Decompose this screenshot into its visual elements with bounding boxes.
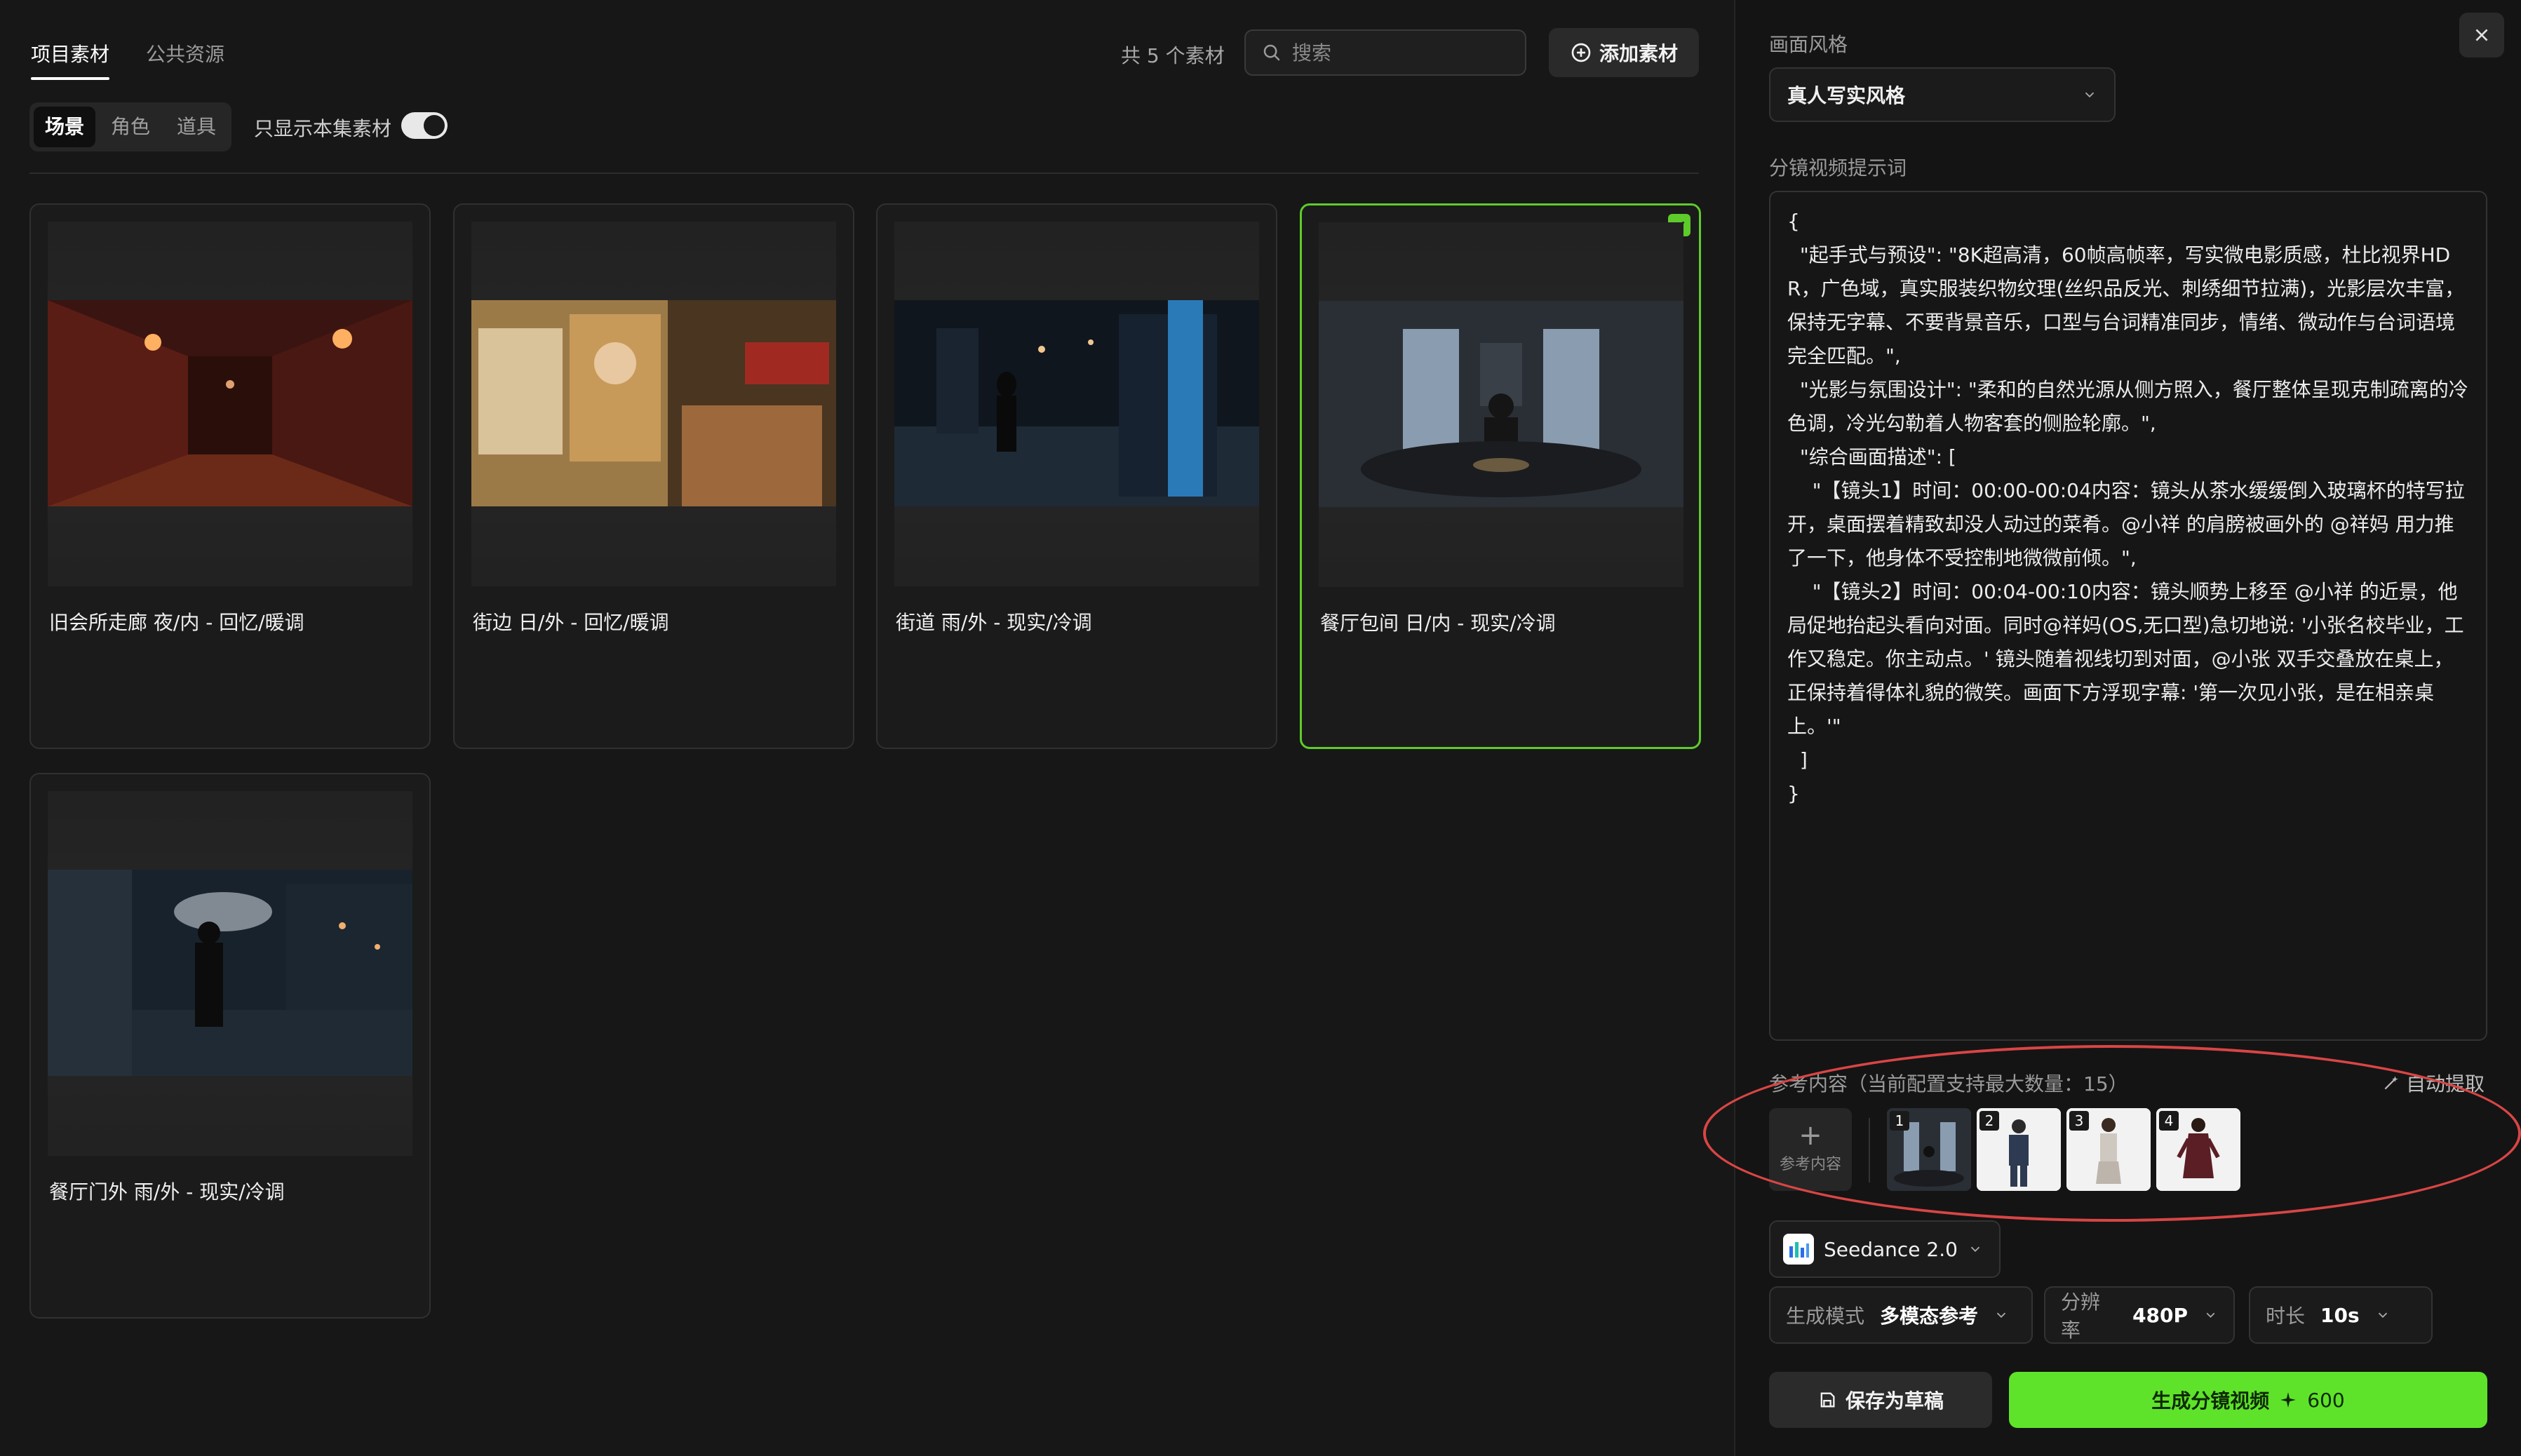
asset-thumbnail <box>894 222 1259 586</box>
street-poster-image <box>471 300 836 506</box>
save-draft-button[interactable]: 保存为草稿 <box>1769 1372 1992 1428</box>
model-select[interactable]: Seedance 2.0 <box>1769 1220 2001 1278</box>
asset-title: 餐厅门外 雨/外 - 现实/冷调 <box>49 1180 285 1204</box>
asset-title: 街道 雨/外 - 现实/冷调 <box>896 611 1092 634</box>
add-asset-button[interactable]: 添加素材 <box>1549 28 1699 77</box>
reference-index: 1 <box>1890 1111 1909 1131</box>
asset-card[interactable]: 餐厅门外 雨/外 - 现实/冷调 <box>29 773 431 1319</box>
style-label: 画面风格 <box>1769 33 1848 56</box>
chevron-down-icon <box>2378 1312 2387 1319</box>
source-tabs: 项目素材 公共资源 <box>31 39 224 80</box>
duration-select[interactable]: 时长 10s <box>2249 1286 2433 1344</box>
close-button[interactable] <box>2459 13 2504 58</box>
tab-project-assets[interactable]: 项目素材 <box>31 39 110 80</box>
asset-card[interactable]: 旧会所走廊 夜/内 - 回忆/暖调 <box>29 203 431 749</box>
generate-video-button[interactable]: 生成分镜视频 600 <box>2009 1372 2487 1428</box>
plus-circle-icon <box>1571 43 1591 62</box>
asset-card[interactable]: 街道 雨/外 - 现实/冷调 <box>876 203 1277 749</box>
param-value: 10s <box>2320 1303 2360 1327</box>
reference-item[interactable]: 1 <box>1887 1108 1971 1191</box>
add-reference-button[interactable]: + 参考内容 <box>1769 1108 1852 1191</box>
asset-title: 餐厅包间 日/内 - 现实/冷调 <box>1320 612 1556 635</box>
reference-separator <box>1869 1118 1870 1182</box>
category-segment: 场景 角色 道具 <box>29 102 231 151</box>
save-draft-label: 保存为草稿 <box>1845 1389 1944 1413</box>
asset-title: 旧会所走廊 夜/内 - 回忆/暖调 <box>49 611 304 634</box>
asset-card[interactable]: 餐厅包间 日/内 - 现实/冷调 <box>1300 203 1701 749</box>
prompt-textarea[interactable]: { "起手式与预设": "8K超高清，60帧高帧率，写实微电影质感，杜比视界HD… <box>1769 191 2487 1041</box>
only-current-label: 只显示本集素材 <box>254 117 392 140</box>
corridor-image <box>48 300 412 506</box>
param-value: 480P <box>2132 1303 2189 1327</box>
segment-character[interactable]: 角色 <box>100 107 161 147</box>
generate-cost: 600 <box>2307 1388 2345 1412</box>
chevron-down-icon <box>2206 1312 2215 1318</box>
generate-label: 生成分镜视频 <box>2151 1389 2270 1413</box>
rainy-street-image <box>894 300 1259 506</box>
add-asset-label: 添加素材 <box>1599 42 1678 65</box>
plus-icon: + <box>1799 1119 1822 1152</box>
only-current-toggle[interactable] <box>401 112 448 139</box>
style-value: 真人写实风格 <box>1787 84 1906 107</box>
asset-thumbnail <box>48 222 412 586</box>
asset-thumbnail <box>471 222 836 586</box>
asset-library-panel: 项目素材 公共资源 共 5 个素材 添加素材 场景 角色 道具 只显示本集素材 <box>0 0 1734 1456</box>
dining-room-image <box>1319 301 1683 507</box>
chevron-down-icon <box>1996 1312 2006 1319</box>
generation-mode-select[interactable]: 生成模式 多模态参考 <box>1769 1286 2033 1344</box>
seedance-logo-icon <box>1783 1234 1814 1265</box>
chevron-down-icon <box>2085 92 2095 98</box>
reference-item[interactable]: 3 <box>2066 1108 2151 1191</box>
segment-scene[interactable]: 场景 <box>34 107 95 147</box>
model-name: Seedance 2.0 <box>1824 1237 1958 1261</box>
param-value: 多模态参考 <box>1880 1305 1979 1328</box>
param-key: 分辨率 <box>2061 1290 2101 1342</box>
search-icon <box>1263 44 1280 61</box>
auto-extract-label: 自动提取 <box>2406 1072 2485 1096</box>
chevron-down-icon <box>1970 1246 1980 1253</box>
segment-prop[interactable]: 道具 <box>166 107 227 147</box>
reference-item[interactable]: 2 <box>1977 1108 2061 1191</box>
close-icon <box>2475 29 2488 41</box>
asset-count: 共 5 个素材 <box>1121 44 1225 67</box>
resolution-select[interactable]: 分辨率 480P <box>2044 1286 2235 1344</box>
divider <box>29 173 1699 174</box>
reference-title: 参考内容（当前配置支持最大数量：15） <box>1769 1072 2128 1096</box>
reference-index: 4 <box>2159 1111 2179 1131</box>
auto-extract-button[interactable]: 自动提取 <box>2382 1069 2485 1097</box>
style-select[interactable]: 真人写实风格 <box>1769 67 2116 122</box>
sparkle-icon <box>2280 1392 2297 1408</box>
param-key: 时长 <box>2266 1305 2306 1328</box>
asset-title: 街边 日/外 - 回忆/暖调 <box>473 611 669 634</box>
save-icon <box>1820 1392 1835 1408</box>
reference-index: 3 <box>2069 1111 2089 1131</box>
reference-item[interactable]: 4 <box>2156 1108 2240 1191</box>
search-input[interactable] <box>1292 41 1502 65</box>
asset-thumbnail <box>1319 222 1683 587</box>
toggle-knob <box>424 115 445 136</box>
search-field[interactable] <box>1244 29 1526 76</box>
asset-thumbnail <box>48 791 412 1156</box>
prompt-label: 分镜视频提示词 <box>1769 156 1907 180</box>
asset-card[interactable]: 街边 日/外 - 回忆/暖调 <box>453 203 854 749</box>
add-reference-label: 参考内容 <box>1779 1156 1841 1173</box>
tab-public-resources[interactable]: 公共资源 <box>146 39 224 80</box>
reference-index: 2 <box>1979 1111 1999 1131</box>
magic-wand-icon <box>2384 1076 2398 1090</box>
param-key: 生成模式 <box>1786 1305 1865 1328</box>
restaurant-entrance-image <box>48 870 412 1076</box>
